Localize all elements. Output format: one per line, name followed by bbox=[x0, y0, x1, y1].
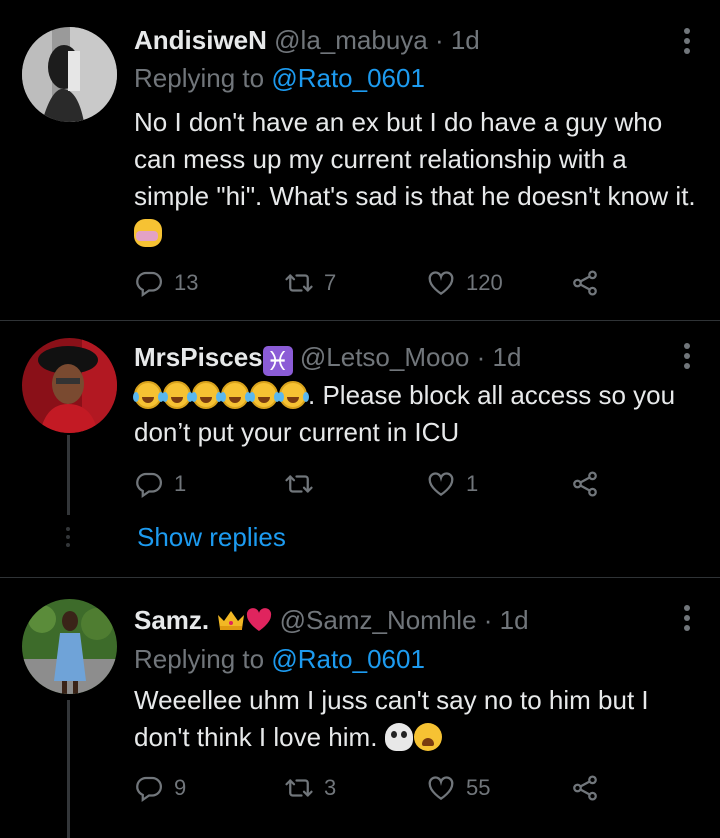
like-count: 1 bbox=[466, 471, 479, 496]
thread-dots bbox=[66, 527, 70, 547]
share-button[interactable] bbox=[570, 466, 600, 502]
retweet-count: 3 bbox=[324, 775, 337, 800]
handle-time[interactable]: @Samz_Nomhle · 1d bbox=[280, 605, 529, 635]
joy-emoji-icon bbox=[191, 381, 220, 409]
weary-emoji-icon bbox=[413, 723, 442, 751]
retweet-count: 7 bbox=[324, 270, 337, 295]
avatar[interactable] bbox=[22, 27, 117, 122]
tweet-text: Weeellee uhm I juss can't say no to him … bbox=[134, 682, 704, 756]
display-name[interactable]: AndisiweN bbox=[134, 25, 267, 55]
share-icon bbox=[570, 773, 600, 803]
share-button[interactable] bbox=[570, 265, 600, 301]
share-button[interactable] bbox=[570, 770, 600, 806]
tweet-text: . Please block all access so you don’t p… bbox=[133, 377, 704, 451]
reply-button[interactable]: 1 bbox=[134, 466, 186, 502]
reply-icon bbox=[134, 268, 164, 298]
reply-button[interactable]: 9 bbox=[134, 770, 186, 806]
replying-prefix: Replying to bbox=[134, 644, 272, 674]
joy-emoji-icon bbox=[162, 381, 191, 409]
more-icon[interactable] bbox=[684, 28, 690, 54]
tweet-andisiwen[interactable]: AndisiweN @la_mabuya · 1d Replying to @R… bbox=[0, 0, 720, 320]
retweet-button[interactable]: 3 bbox=[284, 770, 336, 806]
replying-to: Replying to @Rato_0601 bbox=[134, 62, 425, 94]
pisces-emoji-icon: ♓ bbox=[262, 346, 293, 376]
tweet-header: AndisiweN @la_mabuya · 1d bbox=[134, 24, 480, 56]
reply-count: 9 bbox=[174, 775, 187, 800]
retweet-icon bbox=[284, 268, 314, 298]
avatar[interactable] bbox=[22, 338, 117, 433]
like-icon bbox=[426, 268, 456, 298]
joy-emoji-icon bbox=[249, 381, 278, 409]
crown-emoji-icon bbox=[218, 611, 245, 630]
skull-emoji-icon bbox=[384, 723, 413, 751]
reply-button[interactable]: 13 bbox=[134, 265, 198, 301]
like-button[interactable]: 1 bbox=[426, 466, 478, 502]
like-button[interactable]: 55 bbox=[426, 770, 490, 806]
reply-icon bbox=[134, 773, 164, 803]
display-name[interactable]: MrsPisces bbox=[134, 342, 263, 372]
tweet-text-body: No I don't have an ex but I do have a gu… bbox=[134, 107, 696, 211]
replying-prefix: Replying to bbox=[134, 63, 272, 93]
reply-count: 13 bbox=[174, 270, 199, 295]
share-icon bbox=[570, 469, 600, 499]
show-replies-link[interactable]: Show replies bbox=[137, 522, 286, 553]
more-icon[interactable] bbox=[684, 605, 690, 631]
retweet-icon bbox=[284, 773, 314, 803]
retweet-icon bbox=[284, 469, 314, 499]
like-count: 55 bbox=[466, 775, 491, 800]
tweet-actions: 13 7 120 bbox=[134, 265, 614, 301]
tweet-mrspisces[interactable]: MrsPisces ♓ @Letso_Mooo · 1d . Please blo… bbox=[0, 321, 720, 577]
like-icon bbox=[426, 469, 456, 499]
reply-count: 1 bbox=[174, 471, 187, 496]
share-icon bbox=[570, 268, 600, 298]
handle-time[interactable]: @la_mabuya · 1d bbox=[274, 25, 480, 55]
joy-emoji-icon bbox=[278, 381, 307, 409]
replying-handle-link[interactable]: @Rato_0601 bbox=[271, 63, 425, 93]
tweet-header: Samz. @Samz_Nomhle · 1d bbox=[134, 604, 529, 636]
facepalm-emoji-icon bbox=[134, 219, 162, 247]
heart-emoji-icon bbox=[247, 608, 272, 631]
display-name[interactable]: Samz. bbox=[134, 605, 209, 635]
tweet-text: No I don't have an ex but I do have a gu… bbox=[134, 104, 704, 252]
tweet-samz[interactable]: Samz. @Samz_Nomhle · 1d Replying to @Rat… bbox=[0, 578, 720, 838]
like-count: 120 bbox=[466, 270, 503, 295]
replying-to: Replying to @Rato_0601 bbox=[134, 643, 425, 675]
joy-emoji-icon bbox=[220, 381, 249, 409]
more-icon[interactable] bbox=[684, 343, 690, 369]
avatar[interactable] bbox=[22, 599, 117, 694]
retweet-button[interactable] bbox=[284, 466, 324, 502]
like-button[interactable]: 120 bbox=[426, 265, 503, 301]
joy-emoji-icon bbox=[133, 381, 162, 409]
tweet-actions: 1 1 bbox=[134, 466, 614, 502]
replying-handle-link[interactable]: @Rato_0601 bbox=[271, 644, 425, 674]
like-icon bbox=[426, 773, 456, 803]
retweet-button[interactable]: 7 bbox=[284, 265, 336, 301]
handle-time[interactable]: @Letso_Mooo · 1d bbox=[300, 342, 522, 372]
tweet-actions: 9 3 55 bbox=[134, 770, 614, 806]
reply-icon bbox=[134, 469, 164, 499]
tweet-header: MrsPisces ♓ @Letso_Mooo · 1d bbox=[134, 341, 521, 376]
